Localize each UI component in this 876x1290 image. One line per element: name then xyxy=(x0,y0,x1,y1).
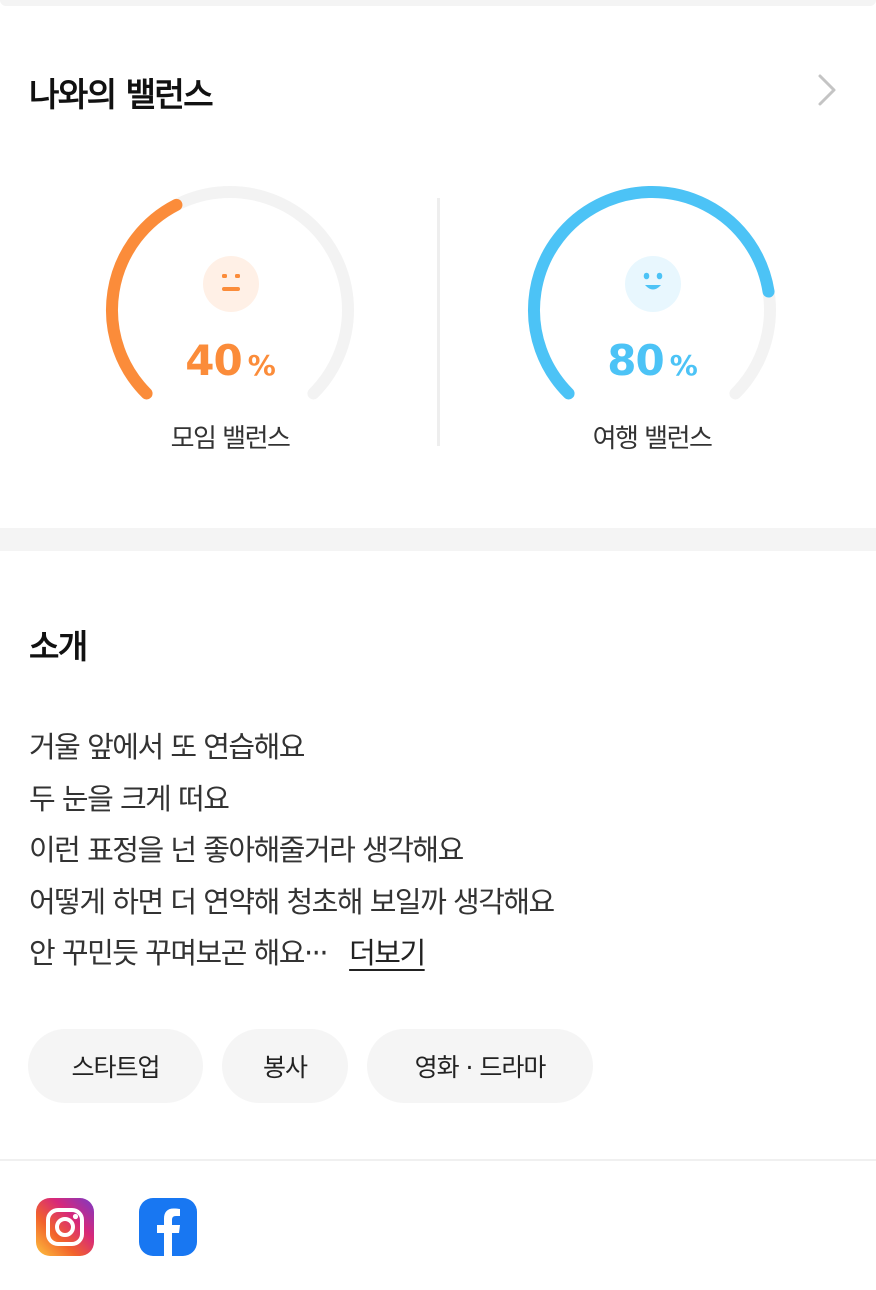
intro-line: 어떻게 하면 더 연약해 청초해 보일까 생각해요 xyxy=(29,884,555,919)
tag-chip[interactable]: 스타트업 xyxy=(28,1029,203,1103)
intro-title: 소개 xyxy=(29,627,88,666)
meeting-balance-number: 40 xyxy=(185,336,242,385)
balance-title: 나와의 밸런스 xyxy=(29,75,214,114)
meeting-balance-label: 모임 밸런스 xyxy=(170,424,291,454)
tag-chip[interactable]: 영화 · 드라마 xyxy=(367,1029,593,1103)
bottom-divider xyxy=(0,1159,876,1161)
intro-line-text: 안 꾸민듯 꾸며보곤 해요··· xyxy=(29,936,329,970)
meeting-balance-gauge: 40% 모임 밸런스 xyxy=(94,174,366,454)
section-separator xyxy=(0,528,876,551)
chevron-right-icon xyxy=(818,74,836,106)
intro-line: 이런 표정을 넌 좋아해줄거라 생각해요 xyxy=(29,833,464,867)
travel-balance-unit: % xyxy=(669,349,698,382)
balance-more-button[interactable] xyxy=(806,68,846,112)
intro-line: 두 눈을 크게 떠요 xyxy=(29,781,230,816)
neutral-face-icon xyxy=(203,256,259,312)
meeting-balance-unit: % xyxy=(247,349,276,382)
meeting-balance-value: 40% xyxy=(94,336,366,385)
read-more-link[interactable]: 더보기 xyxy=(349,936,426,970)
facebook-icon[interactable] xyxy=(139,1198,197,1256)
tag-chip[interactable]: 봉사 xyxy=(222,1029,348,1103)
travel-balance-gauge: 80% 여행 밸런스 xyxy=(516,174,788,454)
intro-line-last: 안 꾸민듯 꾸며보곤 해요··· 더보기 xyxy=(29,928,849,980)
smile-face-icon xyxy=(625,256,681,312)
intro-text: 거울 앞에서 또 연습해요 두 눈을 크게 떠요 이런 표정을 넌 좋아해줄거라… xyxy=(29,722,849,980)
gauge-divider xyxy=(437,198,440,446)
travel-balance-number: 80 xyxy=(607,336,664,385)
travel-balance-value: 80% xyxy=(516,336,788,385)
travel-balance-label: 여행 밸런스 xyxy=(592,424,713,454)
intro-line: 거울 앞에서 또 연습해요 xyxy=(29,730,305,764)
instagram-icon[interactable] xyxy=(36,1198,94,1256)
